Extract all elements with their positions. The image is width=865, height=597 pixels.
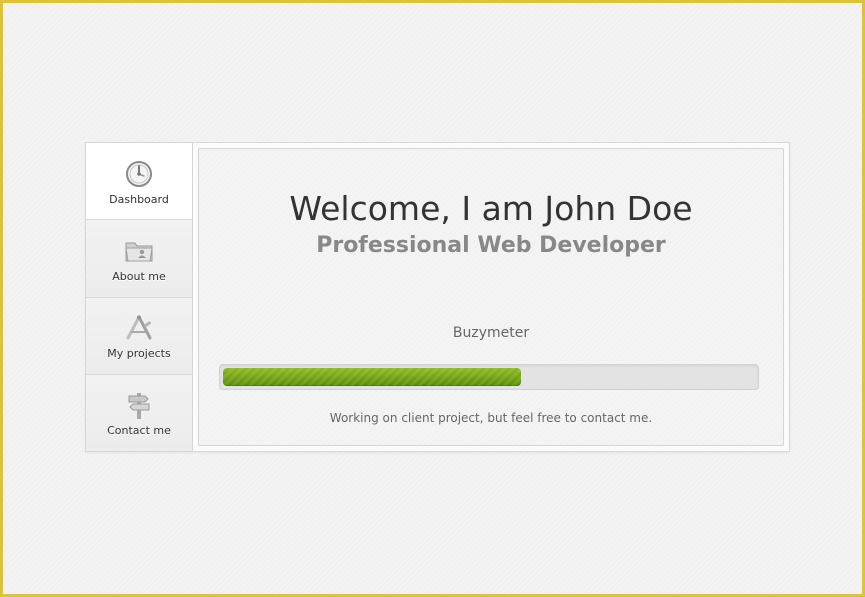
buzymeter-progress-fill [223, 368, 521, 386]
nav-item-about[interactable]: About me [86, 220, 192, 298]
dashboard-gauge-icon [123, 159, 155, 189]
page-title: Welcome, I am John Doe [289, 189, 693, 228]
welcome-panel: Welcome, I am John Doe Professional Web … [198, 148, 784, 446]
status-message: Working on client project, but feel free… [329, 411, 653, 425]
signpost-icon [123, 390, 155, 420]
nav-label-contact: Contact me [107, 424, 171, 438]
folder-user-icon [123, 236, 155, 266]
main-card: Dashboard About me My projects Contact m… [85, 142, 790, 452]
nav-label-projects: My projects [107, 347, 171, 361]
buzymeter-label: Buzymeter [452, 325, 530, 341]
content-area: Welcome, I am John Doe Professional Web … [193, 143, 789, 451]
nav-item-projects[interactable]: My projects [86, 297, 192, 375]
nav-label-dashboard: Dashboard [109, 192, 169, 206]
nav-label-about: About me [112, 269, 166, 283]
buzymeter-progress-bar [219, 364, 759, 390]
sidebar-nav: Dashboard About me My projects Contact m… [86, 143, 193, 451]
nav-item-contact[interactable]: Contact me [86, 374, 192, 451]
page-subtitle: Professional Web Developer [316, 233, 666, 258]
projects-tools-icon [123, 313, 155, 343]
nav-item-dashboard[interactable]: Dashboard [86, 143, 192, 221]
